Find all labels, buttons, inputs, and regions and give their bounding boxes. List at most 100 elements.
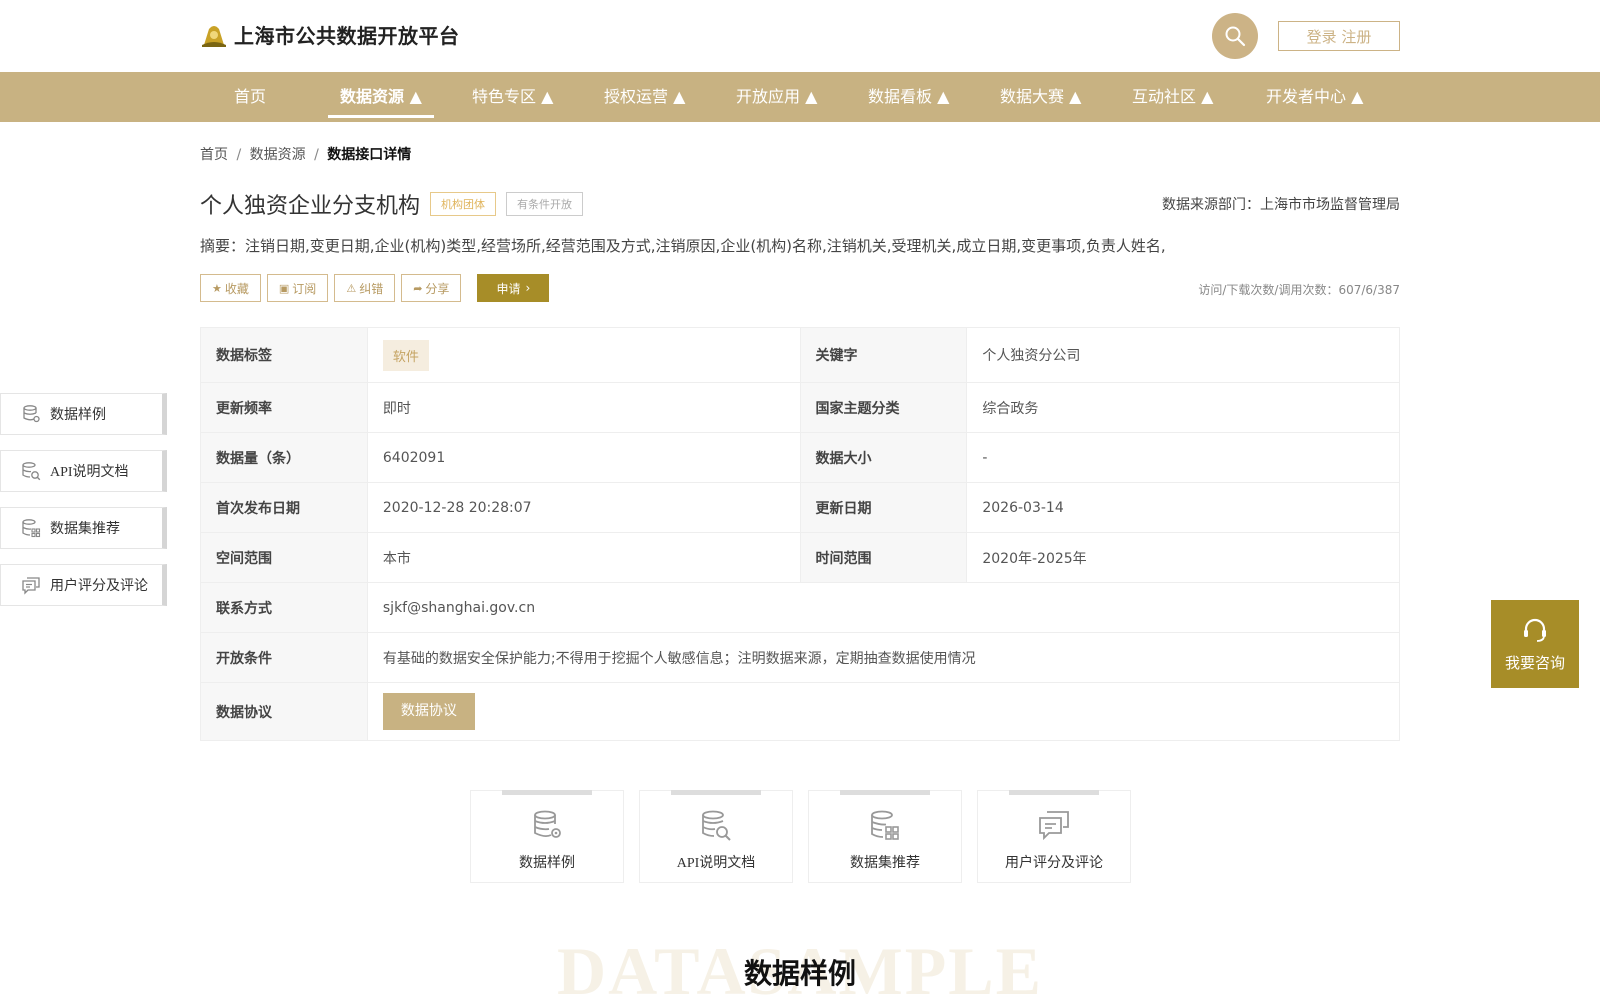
breadcrumb-data-resources[interactable]: 数据资源	[250, 147, 306, 163]
summary-text: 摘要：注销日期,变更日期,企业(机构)类型,经营场所,经营范围及方式,注销原因,…	[200, 237, 1166, 255]
subscribe-button[interactable]: ▣ 订阅	[266, 274, 329, 302]
database-gear-icon	[534, 810, 561, 838]
update-frequency-value: 即时	[366, 382, 801, 433]
contact-label: 联系方式	[200, 582, 368, 633]
data-tag-cell: 软件	[366, 327, 801, 383]
headset-icon	[1524, 618, 1546, 642]
section-title: 数据样例	[743, 957, 856, 990]
search-icon	[1225, 26, 1246, 47]
title-row: 个人独资企业分支机构 机构团体 有条件开放	[200, 188, 593, 220]
database-search-icon	[22, 462, 41, 481]
database-grid-icon	[871, 810, 899, 840]
subscribe-label: 订阅	[292, 281, 317, 296]
first-publish-label: 首次发布日期	[200, 482, 368, 533]
nav-item-authorized-ops[interactable]: 授权运营 ▲	[604, 72, 685, 122]
side-nav-label: 用户评分及评论	[50, 579, 148, 594]
breadcrumb-separator: /	[236, 147, 242, 163]
table-row: 数据量（条） 6402091 数据大小 -	[200, 432, 1400, 483]
share-label: 分享	[425, 281, 450, 296]
keyword-label: 关键字	[799, 327, 968, 383]
table-row: 开放条件 有基础的数据安全保护能力;不得用于挖掘个人敏感信息；注明数据来源，定期…	[200, 632, 1401, 683]
nav-item-dashboard[interactable]: 数据看板 ▲	[868, 72, 949, 122]
site-logo[interactable]: 上海市公共数据开放平台	[200, 20, 460, 49]
data-tag-chip[interactable]: 软件	[382, 339, 429, 371]
side-nav: 数据样例 API说明文档 数据集推荐 用户评分及评论	[0, 393, 167, 621]
table-row: 首次发布日期 2020-12-28 20:28:07 更新日期 2026-03-…	[200, 482, 1400, 533]
nav-item-open-apps[interactable]: 开放应用 ▲	[736, 72, 817, 122]
database-gear-icon	[23, 405, 40, 423]
header: 上海市公共数据开放平台 登录 注册	[0, 0, 1600, 72]
side-nav-data-sample[interactable]: 数据样例	[0, 393, 167, 435]
card-label: 用户评分及评论	[1005, 856, 1103, 871]
side-nav-label: API说明文档	[50, 465, 129, 480]
bookmark-icon: ▣	[278, 281, 290, 295]
open-conditions-label: 开放条件	[200, 632, 368, 683]
theme-category-value: 综合政务	[966, 382, 1400, 433]
card-label: 数据集推荐	[850, 856, 920, 871]
open-type-badge: 有条件开放	[506, 192, 584, 216]
search-button[interactable]	[1212, 13, 1258, 59]
source-department: 数据来源部门：上海市市场监督管理局	[1162, 197, 1400, 213]
site-title: 上海市公共数据开放平台	[234, 24, 460, 48]
record-count-label: 数据量（条）	[200, 432, 368, 483]
dataset-info-table: 数据标签 软件 关键字 个人独资分公司 更新频率 即时 国家主题分类 综合政务 …	[200, 327, 1401, 741]
contact-value: sjkf@shanghai.gov.cn	[366, 582, 1401, 633]
record-count-value: 6402091	[366, 432, 801, 483]
side-nav-dataset-recommend[interactable]: 数据集推荐	[0, 507, 167, 549]
org-type-badge: 机构团体	[430, 192, 497, 216]
data-protocol-cell: 数据协议	[366, 682, 1401, 741]
favorite-button[interactable]: ★ 收藏	[200, 274, 261, 302]
chevron-right-icon: ›	[525, 281, 531, 295]
nav-item-competition[interactable]: 数据大赛 ▲	[1000, 72, 1081, 122]
data-protocol-button[interactable]: 数据协议	[382, 693, 475, 730]
card-label: API说明文档	[676, 856, 756, 871]
side-nav-label: 数据集推荐	[50, 522, 120, 537]
table-row: 空间范围 本市 时间范围 2020年-2025年	[200, 532, 1400, 583]
share-button[interactable]: ➦ 分享	[401, 274, 462, 302]
section-cards: 数据样例 API说明文档 数据集推荐 用户评分及评论	[470, 790, 1146, 883]
page-title: 个人独资企业分支机构	[200, 194, 421, 219]
nav-item-home[interactable]: 首页	[234, 72, 266, 122]
card-ratings-comments[interactable]: 用户评分及评论	[977, 790, 1131, 883]
apply-button[interactable]: 申请 ›	[477, 274, 550, 302]
share-icon: ➦	[413, 281, 423, 295]
action-bar: ★ 收藏 ▣ 订阅 ⚠ 纠错 ➦ 分享 申请 ›	[200, 274, 550, 302]
nav-item-data-resources[interactable]: 数据资源 ▲	[328, 72, 434, 122]
update-frequency-label: 更新频率	[200, 382, 368, 433]
table-row: 数据协议 数据协议	[200, 682, 1401, 741]
report-error-button[interactable]: ⚠ 纠错	[334, 274, 396, 302]
card-data-sample[interactable]: 数据样例	[470, 790, 624, 883]
side-nav-api-doc[interactable]: API说明文档	[0, 450, 167, 492]
spatial-scope-value: 本市	[366, 532, 801, 583]
data-size-label: 数据大小	[799, 432, 968, 483]
card-api-doc[interactable]: API说明文档	[639, 790, 793, 883]
table-row: 联系方式 sjkf@shanghai.gov.cn	[200, 582, 1401, 633]
time-range-label: 时间范围	[799, 532, 968, 583]
update-date-label: 更新日期	[799, 482, 968, 533]
breadcrumb-home[interactable]: 首页	[200, 147, 228, 163]
data-protocol-label: 数据协议	[200, 682, 368, 741]
nav-item-developer[interactable]: 开发者中心 ▲	[1266, 72, 1363, 122]
report-label: 纠错	[359, 281, 384, 296]
card-dataset-recommend[interactable]: 数据集推荐	[808, 790, 962, 883]
side-nav-ratings-comments[interactable]: 用户评分及评论	[0, 564, 167, 606]
spatial-scope-label: 空间范围	[200, 532, 368, 583]
first-publish-value: 2020-12-28 20:28:07	[366, 482, 801, 533]
database-grid-icon	[22, 519, 41, 538]
table-row: 数据标签 软件 关键字 个人独资分公司	[200, 327, 1400, 383]
side-nav-label: 数据样例	[50, 408, 106, 423]
comment-icon	[22, 577, 40, 595]
table-row: 更新频率 即时 国家主题分类 综合政务	[200, 382, 1400, 433]
update-date-value: 2026-03-14	[966, 482, 1400, 533]
star-icon: ★	[212, 281, 222, 295]
consult-button[interactable]: 我要咨询	[1491, 600, 1579, 688]
apply-label: 申请	[496, 281, 521, 296]
breadcrumb: 首页 / 数据资源 / 数据接口详情	[200, 144, 411, 164]
nav-item-community[interactable]: 互动社区 ▲	[1132, 72, 1213, 122]
consult-label: 我要咨询	[1504, 653, 1565, 672]
login-register-button[interactable]: 登录 注册	[1278, 21, 1400, 51]
main-nav: 首页 数据资源 ▲ 特色专区 ▲ 授权运营 ▲ 开放应用 ▲ 数据看板 ▲ 数据…	[0, 72, 1600, 122]
nav-item-special-zone[interactable]: 特色专区 ▲	[472, 72, 553, 122]
keyword-value: 个人独资分公司	[966, 327, 1400, 383]
warning-icon: ⚠	[346, 281, 357, 295]
